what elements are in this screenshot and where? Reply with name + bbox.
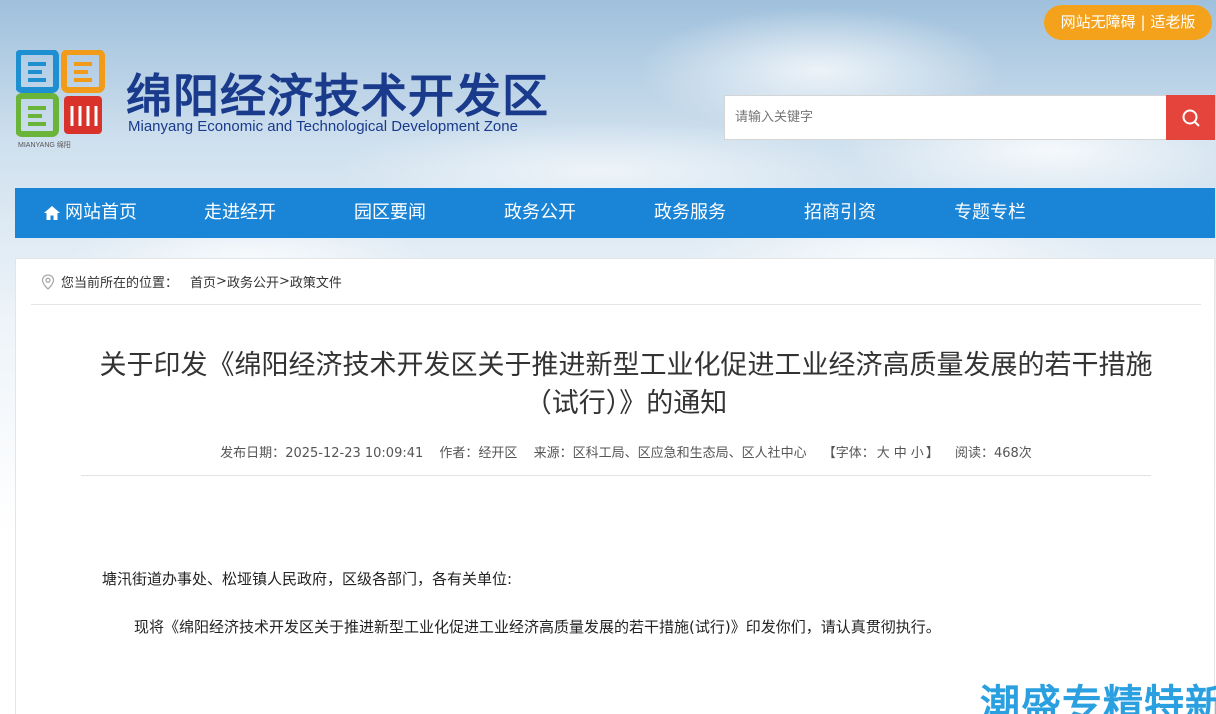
breadcrumb-separator: > [216, 274, 227, 289]
breadcrumb-policy[interactable]: 政策文件 [290, 272, 342, 291]
nav-item-gov-service[interactable]: 政务服务 [615, 188, 765, 238]
elder-mode-link[interactable]: 适老版 [1150, 13, 1195, 31]
source-field: 来源：区科工局、区应急和生态局、区人社中心 [533, 446, 807, 461]
main-nav: 网站首页 走进经开 园区要闻 政务公开 政务服务 招商引资 专题专栏 [15, 188, 1215, 238]
home-icon [44, 206, 60, 220]
views-field: 阅读：468次 [954, 446, 1032, 461]
watermark: 潮盛专精特新 [980, 682, 1216, 714]
search-icon [1182, 109, 1200, 127]
site-title: 绵阳经济技术开发区 [126, 69, 549, 123]
author-field: 作者：经开区 [439, 446, 518, 461]
accessibility-link[interactable]: 网站无障碍 [1061, 13, 1136, 31]
breadcrumb: 您当前所在的位置： 首页 > 政务公开 > 政策文件 [31, 259, 1201, 305]
accessibility-separator: | [1140, 13, 1146, 31]
content-panel: 您当前所在的位置： 首页 > 政务公开 > 政策文件 关于印发《绵阳经济技术开发… [15, 258, 1215, 714]
nav-item-topics[interactable]: 专题专栏 [915, 188, 1065, 238]
font-small-button[interactable]: 小 [911, 446, 924, 461]
accessibility-bar: 网站无障碍 | 适老版 [1044, 5, 1212, 40]
search-button[interactable] [1166, 95, 1215, 140]
breadcrumb-home[interactable]: 首页 [190, 272, 216, 291]
breadcrumb-gov-info[interactable]: 政务公开 [227, 272, 279, 291]
font-medium-button[interactable]: 中 [894, 446, 907, 461]
article-title: 关于印发《绵阳经济技术开发区关于推进新型工业化促进工业经济高质量发展的若干措施（… [99, 350, 1153, 419]
article-salutation: 塘汛街道办事处、松垭镇人民政府，区级各部门，各有关单位: [102, 570, 513, 588]
nav-item-gov-info[interactable]: 政务公开 [465, 188, 615, 238]
breadcrumb-prefix: 您当前所在的位置： [61, 276, 179, 291]
site-subtitle: Mianyang Economic and Technological Deve… [128, 118, 518, 135]
article-meta: 发布日期：2025-12-23 10:09:41 作者：经开区 来源：区科工局、… [76, 442, 1176, 461]
search-input[interactable] [724, 95, 1166, 140]
nav-item-about[interactable]: 走进经开 [165, 188, 315, 238]
nav-item-news[interactable]: 园区要闻 [315, 188, 465, 238]
article-body: 现将《绵阳经济技术开发区关于推进新型工业化促进工业经济高质量发展的若干措施(试行… [134, 618, 941, 636]
site-logo[interactable]: MIANYANG 绵阳 [16, 50, 106, 156]
svg-text:MIANYANG 绵阳: MIANYANG 绵阳 [18, 140, 71, 149]
location-pin-icon [41, 273, 55, 290]
date-field: 发布日期：2025-12-23 10:09:41 [220, 446, 424, 461]
font-large-button[interactable]: 大 [877, 446, 890, 461]
font-size-control: 【字体：大中小】 [822, 446, 939, 461]
divider [81, 475, 1151, 476]
nav-item-investment[interactable]: 招商引资 [765, 188, 915, 238]
breadcrumb-separator: > [278, 274, 290, 289]
nav-item-label: 网站首页 [65, 202, 137, 223]
nav-item-home[interactable]: 网站首页 [15, 188, 165, 238]
